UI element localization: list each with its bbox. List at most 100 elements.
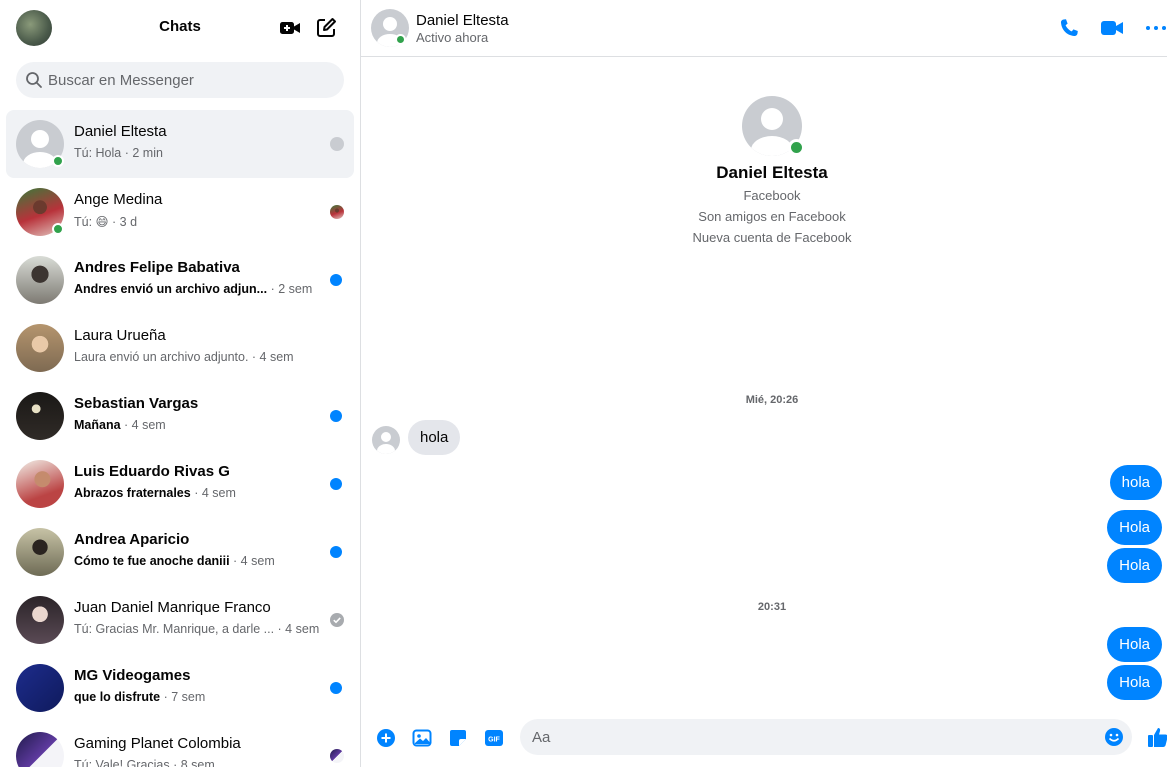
conversation-preview: Tú: Hola · 2 min (74, 146, 163, 160)
last-message-time: · 7 sem (160, 690, 206, 704)
last-message: Tú: Vale! Gracias (74, 758, 170, 767)
conversation-preview: Tú: 😄 · 3 d (74, 214, 137, 229)
outgoing-message[interactable]: Hola (1107, 548, 1162, 583)
message-input-box[interactable] (520, 719, 1132, 755)
unread-dot-icon (330, 410, 342, 422)
conversation-avatar (16, 256, 64, 304)
online-indicator (52, 155, 64, 167)
conversation-preview: Cómo te fue anoche daniii · 4 sem (74, 554, 275, 568)
last-message-time: · 4 sem (190, 486, 236, 500)
video-call-icon[interactable] (1100, 16, 1124, 40)
conversation-item[interactable]: Ange Medina Tú: 😄 · 3 d (6, 178, 354, 246)
conversation-name: Luis Eduardo Rivas G (74, 463, 230, 480)
last-message-time: · 8 sem (169, 758, 215, 767)
search-input[interactable] (48, 62, 338, 98)
conversation-item[interactable]: Sebastian Vargas Mañana · 4 sem (6, 382, 354, 450)
seen-avatar-icon (330, 205, 344, 219)
last-message: Tú: 😄 (74, 215, 109, 229)
profile-line: Nueva cuenta de Facebook (692, 230, 852, 245)
online-indicator (52, 223, 64, 235)
conversation-item[interactable]: Andres Felipe Babativa Andres envió un ar… (6, 246, 354, 314)
conversation-name: Daniel Eltesta (74, 123, 167, 140)
last-message-time: · 4 sem (274, 622, 320, 636)
conversation-item[interactable]: Gaming Planet Colombia Tú: Vale! Gracias … (6, 722, 354, 767)
unread-dot-icon (330, 546, 342, 558)
conversation-list: Daniel Eltesta Tú: Hola · 2 min Ange Medin… (6, 110, 354, 767)
conversation-avatar (16, 460, 64, 508)
phone-icon[interactable] (1057, 16, 1081, 40)
outgoing-message[interactable]: Hola (1107, 665, 1162, 700)
conversation-item[interactable]: MG Videogames que lo disfrute · 7 sem (6, 654, 354, 722)
conversation-name: Laura Urueña (74, 327, 166, 344)
contact-status: Activo ahora (416, 30, 489, 45)
seen-avatar-icon (330, 749, 344, 763)
last-message: Tú: Hola (74, 146, 122, 160)
profile-name: Daniel Eltesta (716, 163, 828, 182)
message-input[interactable] (532, 719, 1092, 755)
last-message: Cómo te fue anoche daniii (74, 554, 230, 568)
conversation-name: Gaming Planet Colombia (74, 735, 241, 752)
last-message: Andres envió un archivo adjun... (74, 282, 268, 296)
svg-text:GIF: GIF (488, 737, 500, 744)
like-thumb-icon[interactable] (1147, 726, 1167, 748)
chat-header: Daniel Eltesta Activo ahora (361, 0, 1167, 57)
conversation-preview: Abrazos fraternales · 4 sem (74, 486, 236, 500)
last-message-time: · 2 sem (267, 282, 313, 296)
conversation-item[interactable]: Laura Urueña Laura envió un archivo adjun… (6, 314, 354, 382)
unread-dot-icon (330, 478, 342, 490)
contact-name[interactable]: Daniel Eltesta (416, 12, 509, 29)
last-message-time: · 4 sem (248, 350, 294, 364)
conversation-item[interactable]: Juan Daniel Manrique Franco Tú: Gracias M… (6, 586, 354, 654)
sticker-icon[interactable] (448, 728, 468, 748)
message-composer: GIF (361, 709, 1167, 767)
conversation-preview: Andres envió un archivo adjun... · 2 sem (74, 282, 312, 296)
conversation-name: Ange Medina (74, 191, 163, 208)
sender-avatar (372, 426, 400, 454)
conversation-name: MG Videogames (74, 667, 191, 684)
outgoing-message[interactable]: hola (1109, 465, 1162, 500)
incoming-message[interactable]: hola (408, 420, 461, 455)
last-message: Tú: Gracias Mr. Manrique, a darle ... (74, 622, 275, 636)
conversation-preview: Mañana · 4 sem (74, 418, 166, 432)
conversation-preview: Tú: Vale! Gracias · 8 sem (74, 758, 215, 767)
online-indicator (788, 139, 805, 156)
conversation-avatar (16, 732, 64, 767)
more-actions-plus-icon[interactable] (376, 728, 396, 748)
conversation-avatar (16, 392, 64, 440)
conversation-avatar (16, 664, 64, 712)
conversation-preview: que lo disfrute · 7 sem (74, 690, 205, 704)
conversation-name: Andres Felipe Babativa (74, 259, 240, 276)
new-message-icon[interactable] (314, 16, 338, 40)
search-icon (26, 72, 42, 88)
new-video-call-icon[interactable] (278, 16, 302, 40)
chats-sidebar: Chats Daniel Eltesta Tú: Hola · 2 min Ange… (0, 0, 361, 767)
conversation-avatar (16, 528, 64, 576)
last-message: Laura envió un archivo adjunto. (74, 350, 249, 364)
profile-line: Son amigos en Facebook (698, 209, 846, 224)
unread-dot-icon (330, 274, 342, 286)
search-box[interactable] (16, 62, 344, 98)
profile-large-avatar[interactable] (742, 96, 805, 156)
gif-icon[interactable]: GIF (484, 728, 504, 748)
photo-icon[interactable] (412, 728, 432, 748)
last-message-time: · 4 sem (229, 554, 275, 568)
conversation-name: Sebastian Vargas (74, 395, 199, 412)
timestamp-separator: 20:31 (757, 601, 787, 613)
conversation-item[interactable]: Daniel Eltesta Tú: Hola · 2 min (6, 110, 354, 178)
conversation-avatar (16, 324, 64, 372)
outgoing-message[interactable]: Hola (1107, 510, 1162, 545)
conversation-item[interactable]: Luis Eduardo Rivas G Abrazos fraternales … (6, 450, 354, 518)
conversation-item[interactable]: Andrea Aparicio Cómo te fue anoche daniii… (6, 518, 354, 586)
outgoing-message[interactable]: Hola (1107, 627, 1162, 662)
last-message: Abrazos fraternales (74, 486, 191, 500)
conversation-name: Juan Daniel Manrique Franco (74, 599, 271, 616)
profile-line: Facebook (743, 188, 801, 203)
timestamp-separator: Mié, 20:26 (745, 394, 799, 406)
messenger-app: Chats Daniel Eltesta Tú: Hola · 2 min Ange… (0, 0, 1167, 767)
emoji-icon[interactable] (1104, 727, 1124, 747)
unread-dot-icon (330, 682, 342, 694)
chat-pane: Daniel Eltesta Activo ahora Daniel Eltes… (361, 0, 1167, 767)
sidebar-title: Chats (159, 18, 201, 35)
more-options-icon[interactable] (1144, 16, 1167, 40)
conversation-avatar (16, 596, 64, 644)
